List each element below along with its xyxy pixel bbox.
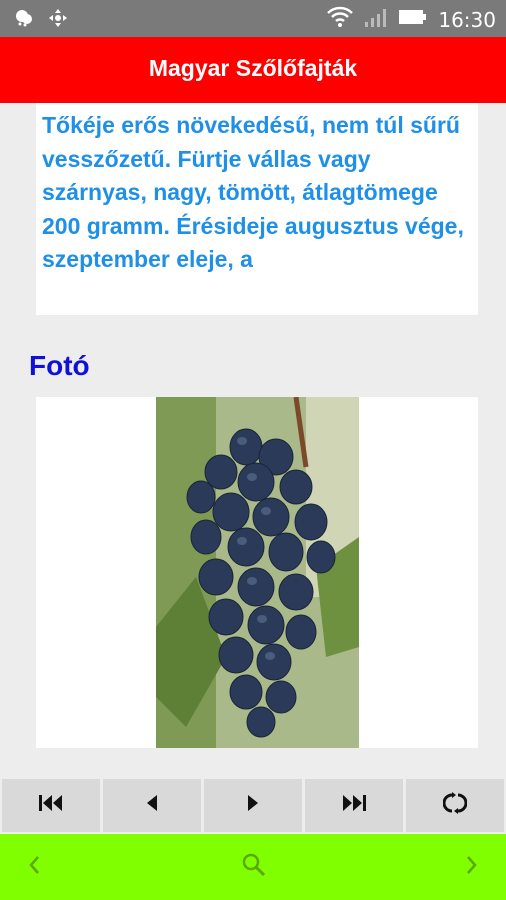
refresh-button[interactable] xyxy=(406,779,504,832)
app-bar: Magyar Szőlőfajták xyxy=(0,37,506,103)
last-button[interactable] xyxy=(305,779,403,832)
forward-icon[interactable] xyxy=(464,852,480,883)
app-title: Magyar Szőlőfajták xyxy=(148,55,358,81)
wifi-icon xyxy=(326,6,354,33)
refresh-icon xyxy=(442,791,468,820)
move-icon xyxy=(48,8,68,33)
photo-panel xyxy=(36,397,478,748)
weather-icon xyxy=(14,8,34,33)
variety-description: Tőkéje erős növekedésű, nem túl sűrű ves… xyxy=(36,103,478,315)
grape-photo[interactable] xyxy=(156,397,359,748)
status-bar: 16:30 xyxy=(0,0,506,37)
first-icon xyxy=(38,793,64,819)
previous-button[interactable] xyxy=(103,779,201,832)
battery-icon xyxy=(398,8,428,31)
photo-section-title: Fotó xyxy=(29,350,90,381)
next-icon xyxy=(246,793,260,819)
next-button[interactable] xyxy=(204,779,302,832)
first-button[interactable] xyxy=(2,779,100,832)
last-icon xyxy=(341,793,367,819)
clock: 16:30 xyxy=(438,7,496,32)
previous-icon xyxy=(145,793,159,819)
signal-icon xyxy=(364,6,388,33)
navigation-bar xyxy=(0,779,506,832)
search-icon[interactable] xyxy=(241,852,267,883)
bottom-bar xyxy=(0,834,506,900)
back-icon[interactable] xyxy=(26,852,42,883)
